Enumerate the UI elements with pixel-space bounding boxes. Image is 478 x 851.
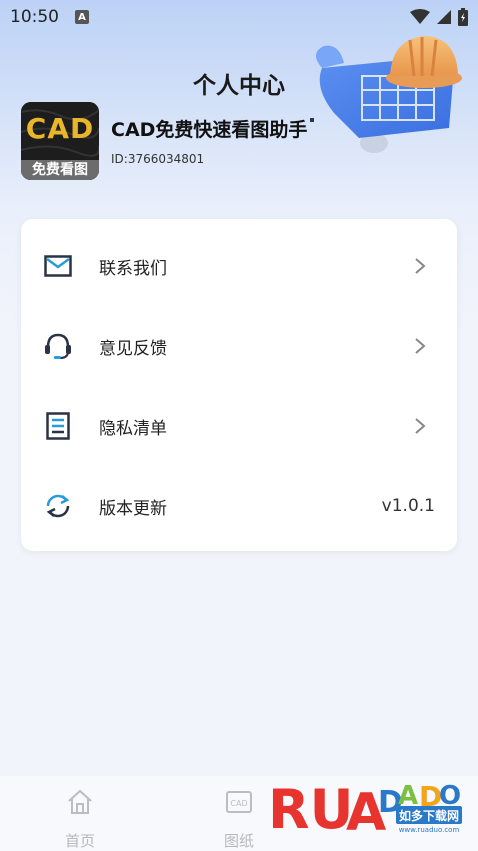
ruanduo-watermark-graphic: RU A D A D O 如多下载网 www.ruaduo.com bbox=[268, 778, 462, 843]
status-time: 10:50 bbox=[10, 7, 59, 27]
chevron-right-icon bbox=[415, 418, 426, 434]
menu-item-version-update[interactable]: 版本更新 v1.0.1 bbox=[21, 466, 457, 546]
chevron-right-icon bbox=[415, 258, 426, 274]
document-icon bbox=[43, 411, 73, 441]
menu-item-label: 版本更新 bbox=[99, 498, 167, 519]
svg-text:www.ruaduo.com: www.ruaduo.com bbox=[399, 826, 460, 834]
app-logo: CAD 免费看图 bbox=[21, 102, 99, 180]
tab-home-label: 首页 bbox=[64, 832, 95, 850]
watermark-logo: RU A D A D O 如多下载网 www.ruaduo.com bbox=[266, 766, 466, 846]
home-icon bbox=[68, 789, 92, 814]
menu-item-label: 隐私清单 bbox=[99, 418, 167, 439]
svg-text:RU: RU bbox=[268, 778, 353, 841]
tab-home[interactable]: 首页 bbox=[40, 776, 120, 851]
menu-item-privacy-list[interactable]: 隐私清单 bbox=[21, 386, 457, 466]
logo-subtitle: 免费看图 bbox=[21, 160, 99, 180]
cad-drawing-icon: CAD bbox=[226, 791, 252, 813]
signal-icon bbox=[437, 10, 451, 24]
notification-a-icon: A bbox=[75, 10, 89, 24]
menu-item-contact-us[interactable]: 联系我们 bbox=[21, 226, 457, 306]
logo-cad-text: CAD bbox=[25, 112, 95, 145]
battery-icon bbox=[458, 8, 468, 26]
menu-item-label: 意见反馈 bbox=[99, 338, 167, 359]
svg-text:CAD: CAD bbox=[230, 799, 247, 808]
refresh-icon bbox=[43, 491, 73, 521]
wifi-icon bbox=[410, 9, 430, 24]
mail-icon bbox=[43, 251, 73, 281]
user-id: ID:3766034801 bbox=[111, 152, 205, 166]
menu-item-feedback[interactable]: 意见反馈 bbox=[21, 306, 457, 386]
page-title: 个人中心 bbox=[193, 73, 285, 99]
version-value: v1.0.1 bbox=[381, 496, 435, 516]
menu-item-label: 联系我们 bbox=[99, 258, 167, 279]
headset-icon bbox=[43, 331, 73, 361]
status-indicators bbox=[410, 8, 468, 26]
svg-text:如多下载网: 如多下载网 bbox=[399, 808, 459, 823]
app-name: CAD免费快速看图助手 bbox=[111, 119, 308, 141]
menu-card: 联系我们 意见反馈 隐私清单 版本更新 v1.0.1 bbox=[21, 219, 457, 551]
chevron-right-icon bbox=[415, 338, 426, 354]
